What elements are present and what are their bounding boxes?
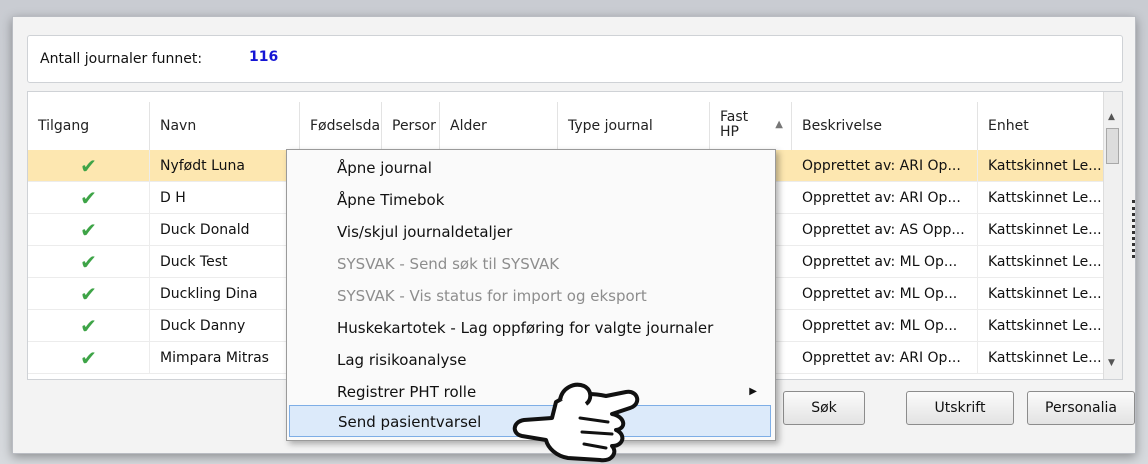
col-header-type-journal[interactable]: Type journal	[558, 102, 710, 150]
search-button[interactable]: Søk	[783, 391, 865, 425]
result-count-panel: Antall journaler funnet: 116	[27, 35, 1123, 83]
check-icon: ✔	[28, 214, 150, 246]
row-unit: Kattskinnet Le...	[988, 286, 1102, 302]
pointing-hand-icon	[512, 382, 640, 463]
col-header-navn[interactable]: Navn	[150, 102, 300, 150]
check-icon: ✔	[28, 246, 150, 278]
submenu-arrow-icon: ▶	[749, 386, 757, 397]
row-description: Opprettet av: ARI Op...	[792, 342, 978, 374]
row-unit: Kattskinnet Le...	[988, 222, 1102, 238]
menu-item-open-timebook[interactable]: Åpne Timebok	[289, 184, 771, 216]
menu-item-sysvak-status: SYSVAK - Vis status for import og ekspor…	[337, 287, 647, 305]
result-count-value: 116	[249, 49, 279, 65]
grid-vertical-scrollbar[interactable]: ▲ ▼	[1103, 92, 1122, 379]
resize-grip-icon	[1132, 200, 1138, 258]
check-icon: ✔	[28, 278, 150, 310]
scroll-down-icon[interactable]: ▼	[1108, 358, 1115, 368]
row-description: Opprettet av: ML Op...	[792, 278, 978, 310]
row-description: Opprettet av: ARI Op...	[792, 182, 978, 214]
col-header-personnummer[interactable]: Persor	[382, 102, 440, 150]
scroll-up-icon[interactable]: ▲	[1108, 112, 1115, 122]
row-unit: Kattskinnet Le...	[988, 190, 1102, 206]
col-header-fast-hp-label: Fast HP	[720, 109, 749, 140]
col-header-fodselsdato[interactable]: Fødselsda	[300, 102, 382, 150]
row-unit: Kattskinnet Le...	[988, 318, 1102, 334]
scroll-thumb[interactable]	[1106, 128, 1119, 164]
row-name: Duck Danny	[150, 310, 300, 342]
check-icon: ✔	[28, 310, 150, 342]
row-name: Nyfødt Luna	[150, 150, 300, 182]
col-header-alder[interactable]: Alder	[440, 102, 558, 150]
grid-header: Tilgang Navn Fødselsda Persor Alder Type…	[28, 102, 1112, 150]
row-description: Opprettet av: ML Op...	[792, 246, 978, 278]
personalia-button[interactable]: Personalia	[1027, 391, 1135, 425]
row-name: Duck Donald	[150, 214, 300, 246]
check-icon: ✔	[28, 342, 150, 374]
check-icon: ✔	[28, 182, 150, 214]
row-description: Opprettet av: ARI Op...	[792, 150, 978, 182]
check-icon: ✔	[28, 150, 150, 182]
row-name: Duck Test	[150, 246, 300, 278]
menu-item-sysvak-search: SYSVAK - Send søk til SYSVAK	[337, 255, 560, 273]
menu-item-toggle-details[interactable]: Vis/skjul journaldetaljer	[289, 216, 771, 248]
menu-item-open-journal[interactable]: Åpne journal	[289, 152, 771, 184]
sort-asc-icon: ▲	[775, 119, 783, 130]
row-unit: Kattskinnet Le...	[988, 158, 1102, 174]
col-header-beskrivelse[interactable]: Beskrivelse	[792, 102, 978, 150]
menu-item-reminder-register[interactable]: Huskekartotek - Lag oppføring for valgte…	[289, 312, 771, 344]
row-name: Duckling Dina	[150, 278, 300, 310]
col-header-tilgang[interactable]: Tilgang	[28, 102, 150, 150]
result-count-label: Antall journaler funnet:	[40, 51, 203, 67]
row-unit: Kattskinnet Le...	[988, 254, 1102, 270]
row-description: Opprettet av: AS Opp...	[792, 214, 978, 246]
row-name: Mimpara Mitras	[150, 342, 300, 374]
row-description: Opprettet av: ML Op...	[792, 310, 978, 342]
row-unit: Kattskinnet Le...	[988, 350, 1102, 366]
print-button[interactable]: Utskrift	[906, 391, 1014, 425]
col-header-enhet[interactable]: Enhet	[978, 102, 1112, 150]
row-name: D H	[150, 182, 300, 214]
col-header-fast-hp[interactable]: Fast HP ▲	[710, 102, 792, 150]
menu-item-register-pht-role-label: Registrer PHT rolle	[337, 383, 477, 401]
